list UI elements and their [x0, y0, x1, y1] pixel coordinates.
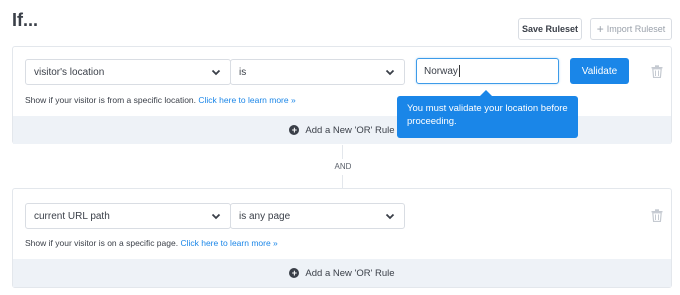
- trash-icon[interactable]: [651, 65, 663, 78]
- save-ruleset-button[interactable]: Save Ruleset: [518, 18, 582, 40]
- chevron-down-icon: [211, 69, 221, 76]
- operator-select[interactable]: is: [230, 59, 405, 85]
- plus-circle-icon: +: [289, 268, 300, 278]
- operator-select-value: is any page: [239, 210, 291, 222]
- condition-select-value: current URL path: [34, 210, 110, 222]
- operator-select[interactable]: is any page: [230, 203, 405, 229]
- page-title: If...: [12, 10, 38, 30]
- help-description: Show if your visitor is from a specific …: [25, 95, 197, 105]
- location-input[interactable]: Norway: [416, 58, 559, 84]
- location-input-value: Norway: [424, 65, 458, 77]
- text-caret: [458, 65, 460, 77]
- chevron-down-icon: [385, 213, 395, 220]
- connector-line-top: [342, 145, 343, 159]
- operator-select-value: is: [239, 66, 247, 78]
- connector-line-bottom: [342, 175, 343, 188]
- trash-icon[interactable]: [651, 209, 663, 222]
- add-or-rule-button[interactable]: + Add a New 'OR' Rule: [13, 259, 671, 287]
- chevron-down-icon: [385, 69, 395, 76]
- and-connector-label: AND: [334, 162, 352, 171]
- add-or-rule-label: Add a New 'OR' Rule: [305, 267, 395, 279]
- condition-select[interactable]: visitor's location: [25, 59, 231, 85]
- rule-help-text: Show if your visitor is on a specific pa…: [25, 238, 278, 248]
- chevron-down-icon: [211, 213, 221, 220]
- import-ruleset-button[interactable]: + Import Ruleset: [590, 18, 672, 40]
- import-ruleset-label: Import Ruleset: [606, 24, 666, 34]
- plus-circle-icon: +: [289, 125, 300, 135]
- learn-more-link[interactable]: Click here to learn more »: [180, 238, 277, 248]
- validate-button[interactable]: Validate: [570, 58, 629, 84]
- condition-select[interactable]: current URL path: [25, 203, 231, 229]
- ruleset-editor: If... Save Ruleset + Import Ruleset visi…: [0, 0, 680, 295]
- rule-help-text: Show if your visitor is from a specific …: [25, 95, 296, 105]
- add-or-rule-label: Add a New 'OR' Rule: [305, 124, 395, 136]
- plus-icon: +: [596, 22, 604, 36]
- rule-group-url: current URL path is any page Show if you…: [12, 188, 672, 288]
- help-description: Show if your visitor is on a specific pa…: [25, 238, 179, 248]
- learn-more-link[interactable]: Click here to learn more »: [198, 95, 295, 105]
- validation-tooltip: You must validate your location before p…: [397, 96, 578, 138]
- condition-select-value: visitor's location: [34, 66, 105, 78]
